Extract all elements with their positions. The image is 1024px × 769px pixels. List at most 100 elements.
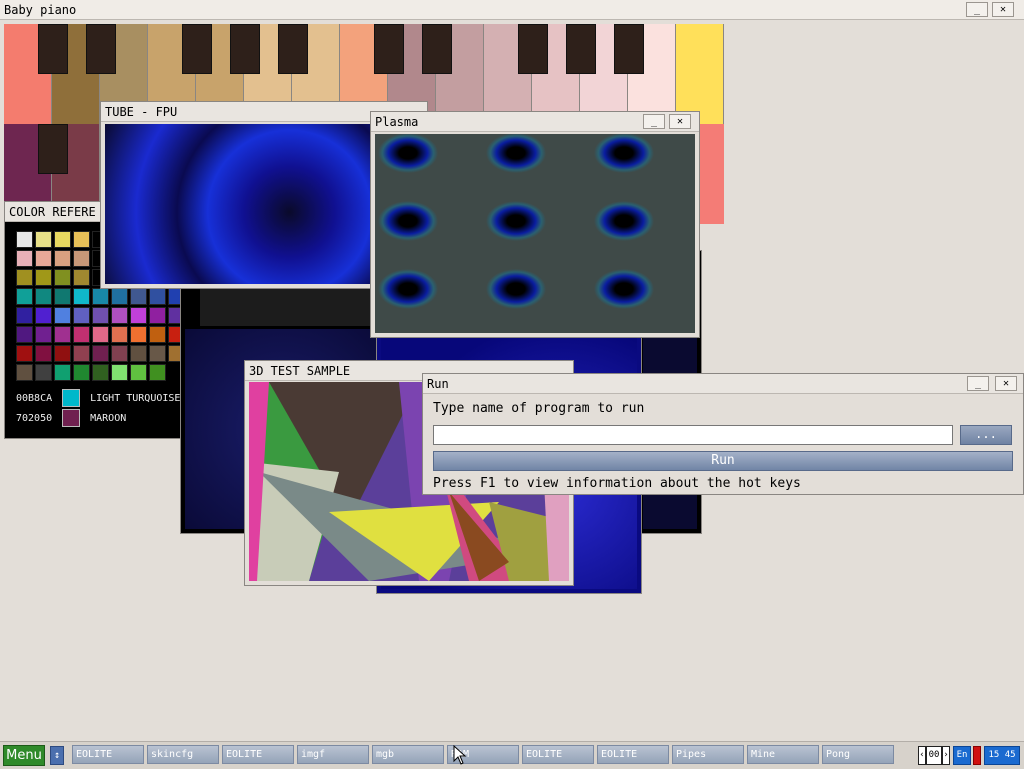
tube-fpu-title: TUBE - FPU [105, 105, 178, 119]
run-dialog-body: Type name of program to run ... Run Pres… [424, 395, 1022, 493]
color-swatch[interactable] [73, 326, 90, 343]
piano-key[interactable] [676, 24, 724, 124]
language-indicator[interactable]: En [953, 746, 971, 765]
black-key[interactable] [230, 24, 260, 74]
color-swatch[interactable] [130, 326, 147, 343]
color-swatch[interactable] [149, 326, 166, 343]
color-swatch[interactable] [73, 307, 90, 324]
color-swatch[interactable] [35, 231, 52, 248]
color-swatch[interactable] [54, 250, 71, 267]
black-key[interactable] [422, 24, 452, 74]
black-key[interactable] [38, 124, 68, 174]
color-swatch[interactable] [54, 288, 71, 305]
close-icon[interactable]: ✕ [669, 114, 691, 129]
task-button[interactable]: EOLITE [222, 745, 294, 764]
color-swatch[interactable] [149, 288, 166, 305]
color-swatch[interactable] [92, 364, 109, 381]
color-swatch[interactable] [16, 307, 33, 324]
color-swatch[interactable] [16, 250, 33, 267]
color-swatch[interactable] [149, 345, 166, 362]
color-swatch[interactable] [130, 364, 147, 381]
close-icon[interactable]: ✕ [992, 2, 1014, 17]
switch-icon[interactable]: ↕ [50, 746, 64, 765]
color-swatch[interactable] [16, 364, 33, 381]
color-swatch[interactable] [35, 326, 52, 343]
task-button[interactable]: mgb [372, 745, 444, 764]
color-swatch[interactable] [54, 345, 71, 362]
black-key[interactable] [182, 24, 212, 74]
color-swatch[interactable] [54, 231, 71, 248]
color-swatch[interactable] [92, 307, 109, 324]
color-swatch[interactable] [35, 345, 52, 362]
task-button[interactable]: Pipes [672, 745, 744, 764]
black-key[interactable] [614, 24, 644, 74]
hotkeys-hint: Press F1 to view information about the h… [433, 476, 801, 491]
black-key[interactable] [86, 24, 116, 74]
task-button[interactable]: Pong [822, 745, 894, 764]
task-button[interactable]: skincfg [147, 745, 219, 764]
black-key[interactable] [374, 24, 404, 74]
color-swatch[interactable] [54, 326, 71, 343]
color-row-maroon[interactable]: 702050 MAROON [16, 409, 126, 427]
color-swatch[interactable] [35, 364, 52, 381]
page-prev-icon[interactable]: ‹ [918, 746, 926, 765]
color-swatch[interactable] [92, 326, 109, 343]
color-swatch[interactable] [111, 326, 128, 343]
taskbar: Menu ↕ EOLITE skincfg EOLITE imgf mgb RA… [0, 741, 1024, 769]
close-icon[interactable]: ✕ [995, 376, 1017, 391]
color-swatch[interactable] [92, 288, 109, 305]
color-swatch[interactable] [35, 269, 52, 286]
color-swatch[interactable] [16, 326, 33, 343]
menu-button[interactable]: Menu [3, 745, 45, 766]
color-swatch[interactable] [149, 364, 166, 381]
black-key[interactable] [518, 24, 548, 74]
color-swatch[interactable] [35, 288, 52, 305]
clock[interactable]: 15 45 [984, 746, 1020, 765]
color-swatch[interactable] [73, 345, 90, 362]
color-row-turquoise[interactable]: 00B8CA LIGHT TURQUOISE [16, 389, 180, 407]
color-swatch[interactable] [130, 307, 147, 324]
run-dialog-titlebar[interactable]: Run [423, 374, 1023, 394]
program-name-input[interactable] [433, 425, 953, 445]
run-button[interactable]: Run [433, 451, 1013, 471]
color-swatch[interactable] [73, 364, 90, 381]
color-swatch[interactable] [111, 288, 128, 305]
color-swatch[interactable] [54, 364, 71, 381]
color-preview-swatch [62, 409, 81, 427]
baby-piano-titlebar[interactable]: Baby piano [0, 0, 1024, 20]
color-swatch[interactable] [130, 345, 147, 362]
task-button[interactable]: EOLITE [597, 745, 669, 764]
color-swatch[interactable] [16, 345, 33, 362]
color-swatch[interactable] [73, 250, 90, 267]
color-swatch[interactable] [54, 307, 71, 324]
color-swatch[interactable] [35, 307, 52, 324]
black-key[interactable] [566, 24, 596, 74]
color-swatch[interactable] [130, 288, 147, 305]
status-indicator [973, 746, 981, 765]
task-button[interactable]: EOLITE [522, 745, 594, 764]
page-next-icon[interactable]: › [942, 746, 950, 765]
color-hex: 702050 [16, 412, 53, 424]
task-button[interactable]: Mine [747, 745, 819, 764]
color-swatch[interactable] [54, 269, 71, 286]
task-button[interactable]: EOLITE [72, 745, 144, 764]
color-swatch[interactable] [73, 269, 90, 286]
minimize-icon[interactable]: _ [966, 2, 988, 17]
color-swatch[interactable] [111, 364, 128, 381]
color-swatch[interactable] [35, 250, 52, 267]
color-swatch[interactable] [111, 345, 128, 362]
color-swatch[interactable] [16, 269, 33, 286]
color-swatch[interactable] [111, 307, 128, 324]
color-swatch[interactable] [16, 231, 33, 248]
color-swatch[interactable] [92, 345, 109, 362]
task-button[interactable]: imgf [297, 745, 369, 764]
browse-button[interactable]: ... [960, 425, 1012, 445]
color-swatch[interactable] [16, 288, 33, 305]
color-swatch[interactable] [73, 288, 90, 305]
minimize-icon[interactable]: _ [967, 376, 989, 391]
color-swatch[interactable] [149, 307, 166, 324]
color-swatch[interactable] [73, 231, 90, 248]
black-key[interactable] [278, 24, 308, 74]
black-key[interactable] [38, 24, 68, 74]
minimize-icon[interactable]: _ [643, 114, 665, 129]
